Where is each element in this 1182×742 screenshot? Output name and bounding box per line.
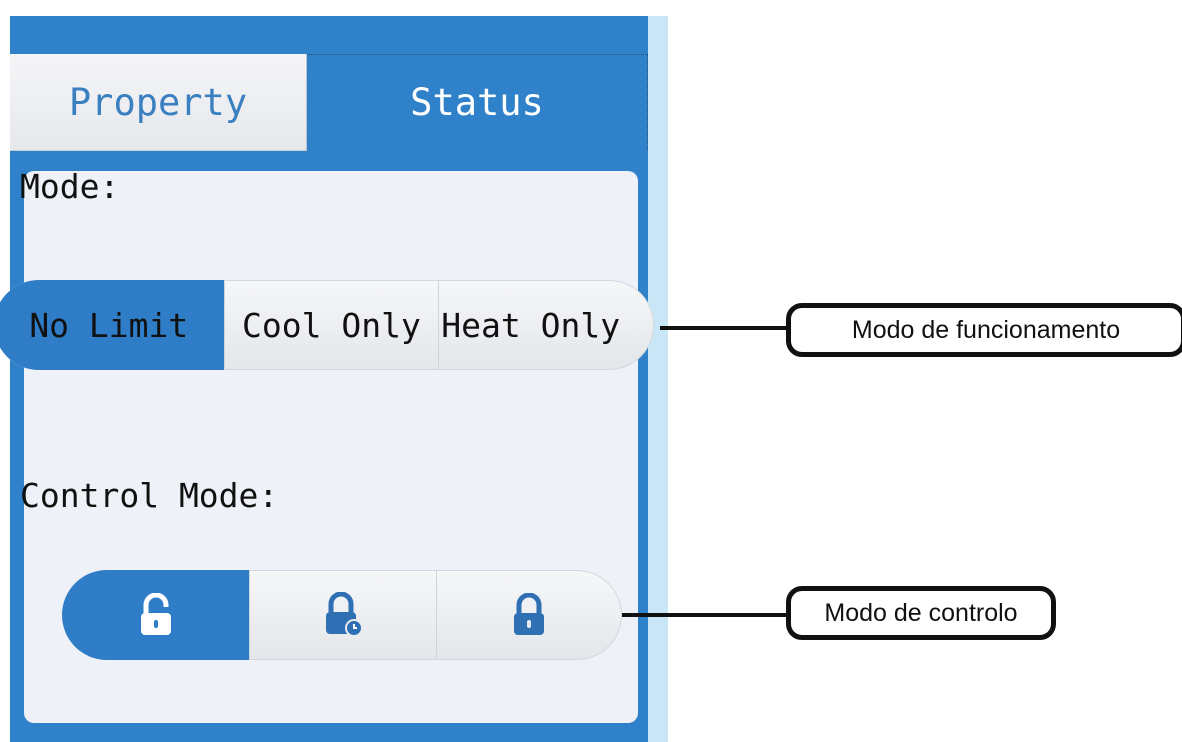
mode-option-heat-only[interactable]: Heat Only <box>438 280 654 370</box>
unlock-icon <box>140 593 171 635</box>
tab-status[interactable]: Status <box>306 54 648 150</box>
mode-option-label: No Limit <box>29 305 189 345</box>
callout-line-control <box>622 613 792 617</box>
lock-timer-icon <box>325 592 363 637</box>
callout-mode: Modo de funcionamento <box>786 303 1182 357</box>
mode-option-label: Cool Only <box>242 305 421 345</box>
control-option-timed-lock[interactable] <box>249 570 435 660</box>
mode-option-label: Heat Only <box>441 305 621 345</box>
side-strip <box>648 16 668 742</box>
callout-control-text: Modo de controlo <box>824 598 1018 627</box>
callout-mode-text: Modo de funcionamento <box>851 315 1121 344</box>
mode-option-cool-only[interactable]: Cool Only <box>223 280 439 370</box>
lock-icon <box>514 593 545 635</box>
mode-option-no-limit[interactable]: No Limit <box>0 280 224 370</box>
control-mode-selector <box>62 570 622 660</box>
control-option-locked[interactable] <box>435 570 622 660</box>
callout-line-mode <box>660 326 792 330</box>
control-option-unlocked[interactable] <box>62 570 250 660</box>
tab-property[interactable]: Property <box>10 54 307 151</box>
callout-control: Modo de controlo <box>786 586 1056 640</box>
tab-property-label: Property <box>68 80 248 124</box>
mode-selector: No Limit Cool Only Heat Only <box>0 280 654 370</box>
tab-status-label: Status <box>410 80 544 124</box>
mode-label: Mode: <box>20 167 120 206</box>
control-mode-label: Control Mode: <box>20 476 279 515</box>
